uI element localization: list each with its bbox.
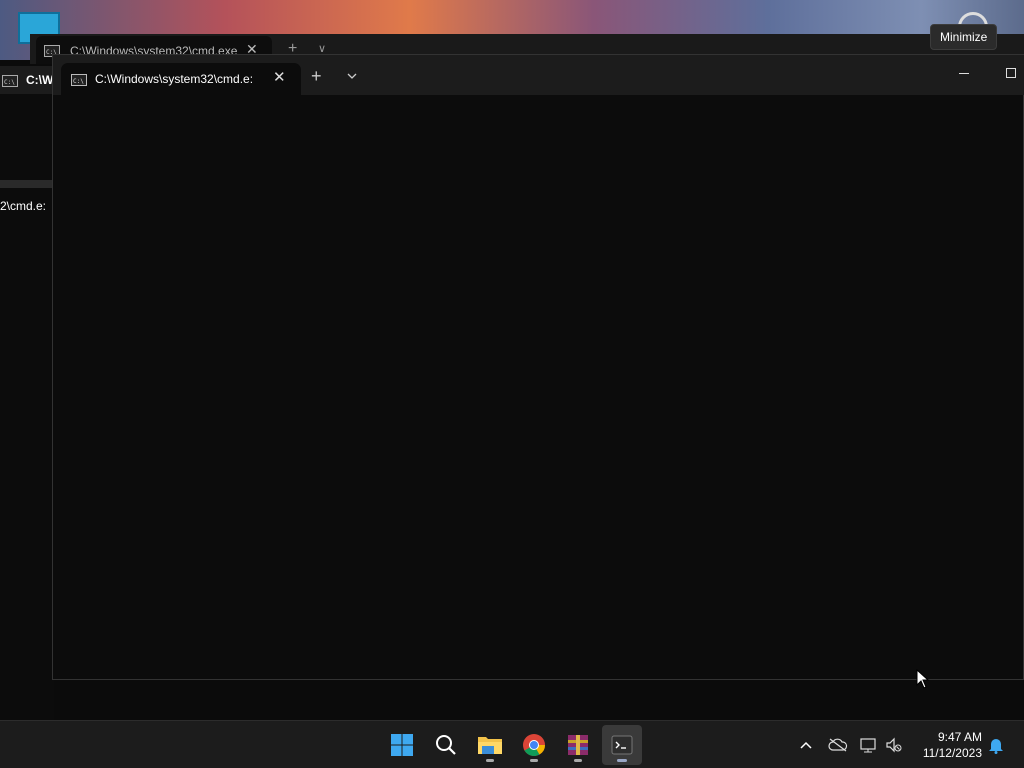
clock-date: 11/12/2023 [922,746,982,760]
cmd-icon: C:\ [71,74,87,86]
volume-muted-icon [886,737,902,753]
desktop: C:\ C:\Windows\system32\cmd.exe ✕ + ∨ C:… [0,0,1024,768]
show-hidden-icons-button[interactable] [796,735,816,755]
console-area[interactable] [53,95,1023,679]
new-tab-button[interactable]: + [311,66,322,87]
chrome-button[interactable] [514,725,554,765]
start-button[interactable] [382,725,422,765]
onedrive-tray-button[interactable] [828,735,848,755]
network-tray-button[interactable] [859,735,879,755]
chrome-icon [523,734,545,756]
terminal-icon [611,735,633,755]
left-window-title: C:\W [26,73,54,87]
main-terminal-window[interactable]: C:\ C:\Windows\system32\cmd.e: ✕ + [52,54,1024,680]
chevron-up-icon [800,741,812,749]
tab-title: C:\Windows\system32\cmd.e: [95,72,254,86]
left-window-titlebar[interactable]: C:\ C:\W [0,66,54,94]
winrar-icon [568,735,588,755]
minimize-tooltip: Minimize [930,24,998,50]
maximize-icon [1006,68,1016,78]
running-indicator [530,759,538,762]
left-window-divider [0,180,54,188]
minimize-button[interactable] [941,55,987,91]
bell-icon [989,739,1003,754]
clock-time: 9:47 AM [937,730,982,744]
taskbar: 9:47 AM 11/12/2023 [0,720,1024,768]
terminal-button[interactable] [602,725,642,765]
svg-text:C:\: C:\ [4,79,15,86]
volume-tray-button[interactable] [884,735,904,755]
running-indicator [617,759,627,762]
cloud-offline-icon [828,738,848,752]
winrar-button[interactable] [558,725,598,765]
folder-icon [478,737,502,754]
notifications-button[interactable] [986,735,1006,755]
windows-logo-icon [391,734,413,756]
system-clock[interactable]: 9:47 AM 11/12/2023 [912,729,982,761]
maximize-button[interactable] [987,55,1024,91]
running-indicator [486,759,494,762]
main-window-titlebar[interactable]: C:\ C:\Windows\system32\cmd.e: ✕ + [53,55,1024,95]
network-icon [860,738,876,753]
cmd-icon: C:\ [2,75,18,87]
running-indicator [574,759,582,762]
close-tab-button[interactable]: ✕ [273,68,286,86]
chevron-down-icon[interactable] [345,69,359,83]
left-window-subtitle: 2\cmd.e: [0,199,47,213]
minimize-icon [959,73,969,74]
left-terminal-window[interactable]: C:\ C:\W 2\cmd.e: [0,66,54,720]
tab-cmd[interactable]: C:\ C:\Windows\system32\cmd.e: ✕ [61,63,301,95]
search-button[interactable] [426,725,466,765]
file-explorer-button[interactable] [470,725,510,765]
search-icon [436,735,456,755]
svg-text:C:\: C:\ [73,78,84,85]
mouse-cursor-icon [916,669,930,689]
